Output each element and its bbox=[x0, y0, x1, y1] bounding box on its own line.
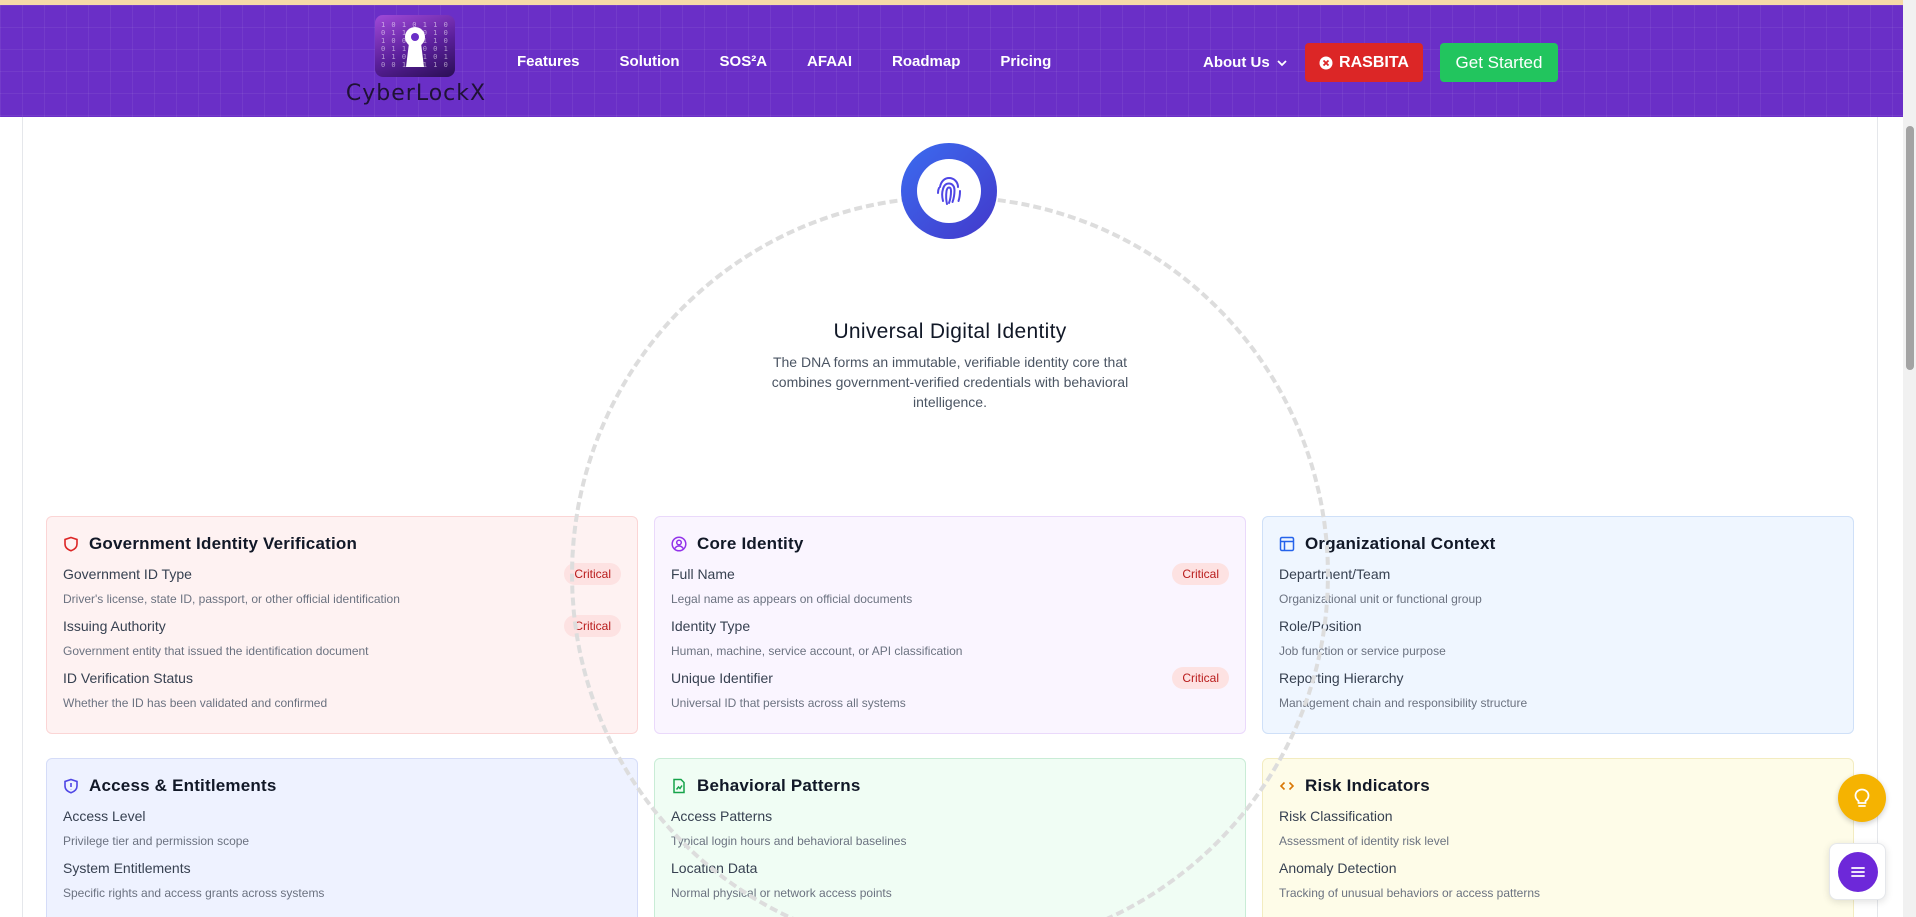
field-description: Job function or service purpose bbox=[1279, 644, 1446, 658]
lightbulb-icon bbox=[1854, 788, 1870, 807]
critical-badge: Critical bbox=[1172, 667, 1229, 689]
field-description: Specific rights and access grants across… bbox=[63, 886, 325, 900]
nav-link-features[interactable]: Features bbox=[517, 53, 580, 70]
field-description: Legal name as appears on official docume… bbox=[671, 592, 913, 606]
rasbita-button[interactable]: RASBITA bbox=[1305, 43, 1423, 82]
field-name: Government ID Type bbox=[63, 566, 192, 582]
field-name: Identity Type bbox=[671, 618, 751, 634]
field-name: Location Data bbox=[671, 860, 758, 876]
nav-link-sos2a[interactable]: SOS²A bbox=[720, 53, 768, 70]
field-description: Management chain and responsibility stru… bbox=[1279, 696, 1528, 710]
nav-link-afaai[interactable]: AFAAI bbox=[807, 53, 852, 70]
field-name: Reporting Hierarchy bbox=[1279, 670, 1404, 686]
hub-description: The DNA forms an immutable, verifiable i… bbox=[771, 354, 1129, 410]
identity-hub bbox=[901, 143, 997, 239]
card-access-entitlements: Access & Entitlements Access Level Privi… bbox=[46, 758, 638, 917]
about-us-dropdown[interactable]: About Us bbox=[1203, 54, 1288, 71]
hub-title: Universal Digital Identity bbox=[833, 320, 1067, 343]
field-name: Unique Identifier bbox=[671, 670, 773, 686]
field-name: System Entitlements bbox=[63, 860, 191, 876]
field-description: Privilege tier and permission scope bbox=[63, 834, 250, 848]
field-description: Organizational unit or functional group bbox=[1279, 592, 1482, 606]
card-title: Risk Indicators bbox=[1305, 776, 1430, 795]
close-circle-icon bbox=[1319, 56, 1333, 69]
shield-check-icon bbox=[64, 778, 78, 794]
field-name: Access Level bbox=[63, 808, 146, 824]
field-name: Full Name bbox=[671, 566, 735, 582]
field-role-position: Role/Position Job function or service pu… bbox=[1279, 617, 1837, 658]
field-description: Assessment of identity risk level bbox=[1279, 834, 1450, 848]
field-system-entitlements: System Entitlements Specific rights and … bbox=[63, 859, 621, 900]
field-issuing-authority: Issuing Authority Critical Government en… bbox=[63, 615, 621, 658]
field-name: Issuing Authority bbox=[63, 618, 166, 634]
navbar: 1 0 1 0 1 1 0 0 1 1 0 1 0 1 0 0 1 1 0 0 … bbox=[0, 5, 1903, 117]
field-full-name: Full Name Critical Legal name as appears… bbox=[671, 563, 1229, 606]
field-government-id-type: Government ID Type Critical Driver's lic… bbox=[63, 563, 621, 606]
field-description: Whether the ID has been validated and co… bbox=[63, 696, 328, 710]
card-behavioral-patterns: Behavioral Patterns Access Patterns Typi… bbox=[654, 758, 1246, 917]
field-unique-identifier: Unique Identifier Critical Universal ID … bbox=[671, 667, 1229, 710]
field-description: Tracking of unusual behaviors or access … bbox=[1279, 886, 1541, 900]
field-description: Human, machine, service account, or API … bbox=[671, 644, 963, 658]
card-government-identity: Government Identity Verification Governm… bbox=[46, 516, 638, 734]
field-reporting-hierarchy: Reporting Hierarchy Management chain and… bbox=[1279, 669, 1837, 710]
card-title: Organizational Context bbox=[1305, 534, 1496, 553]
field-description: Driver's license, state ID, passport, or… bbox=[63, 592, 400, 606]
code-icon bbox=[1279, 781, 1295, 791]
user-circle-icon bbox=[671, 536, 687, 552]
card-organizational-context: Organizational Context Department/Team O… bbox=[1262, 516, 1854, 734]
chevron-down-icon bbox=[1277, 59, 1287, 66]
about-us-label: About Us bbox=[1203, 54, 1270, 71]
field-name: Access Patterns bbox=[671, 808, 773, 824]
field-description: Government entity that issued the identi… bbox=[63, 644, 369, 658]
menu-widget bbox=[1829, 843, 1886, 900]
layout-icon bbox=[1279, 536, 1295, 552]
field-name: Anomaly Detection bbox=[1279, 860, 1397, 876]
field-id-verification-status: ID Verification Status Whether the ID ha… bbox=[63, 669, 621, 710]
card-title: Core Identity bbox=[697, 534, 804, 553]
field-department-team: Department/Team Organizational unit or f… bbox=[1279, 565, 1837, 606]
card-title: Behavioral Patterns bbox=[697, 776, 861, 795]
field-access-patterns: Access Patterns Typical login hours and … bbox=[671, 807, 1229, 848]
scrollbar-thumb[interactable] bbox=[1906, 126, 1914, 370]
nav-link-solution[interactable]: Solution bbox=[620, 53, 680, 70]
logo-text: CyberLockX bbox=[345, 81, 487, 106]
scrollbar[interactable] bbox=[1903, 0, 1916, 917]
logo[interactable]: 1 0 1 0 1 1 0 0 1 1 0 1 0 1 0 0 1 1 0 0 … bbox=[341, 15, 491, 115]
fingerprint-icon bbox=[937, 176, 961, 205]
field-location-data: Location Data Normal physical or network… bbox=[671, 859, 1229, 900]
get-started-button[interactable]: Get Started bbox=[1440, 43, 1558, 82]
field-name: ID Verification Status bbox=[63, 670, 193, 686]
card-title: Government Identity Verification bbox=[89, 534, 358, 553]
file-chart-icon bbox=[673, 778, 685, 794]
field-identity-type: Identity Type Human, machine, service ac… bbox=[671, 617, 1229, 658]
field-name: Risk Classification bbox=[1279, 808, 1393, 824]
critical-badge: Critical bbox=[564, 615, 621, 637]
critical-badge: Critical bbox=[564, 563, 621, 585]
menu-button[interactable] bbox=[1837, 851, 1878, 892]
nav-link-roadmap[interactable]: Roadmap bbox=[892, 53, 960, 70]
card-title: Access & Entitlements bbox=[89, 776, 277, 795]
field-risk-classification: Risk Classification Assessment of identi… bbox=[1279, 807, 1837, 848]
field-description: Typical login hours and behavioral basel… bbox=[671, 834, 907, 848]
keyhole-icon bbox=[405, 27, 425, 67]
menu-icon bbox=[1850, 866, 1865, 877]
field-description: Normal physical or network access points bbox=[671, 886, 892, 900]
field-name: Role/Position bbox=[1279, 618, 1362, 634]
field-description: Universal ID that persists across all sy… bbox=[671, 696, 906, 710]
hub-inner bbox=[917, 159, 981, 223]
shield-icon bbox=[64, 536, 78, 552]
nav-link-pricing[interactable]: Pricing bbox=[1000, 53, 1051, 70]
field-anomaly-detection: Anomaly Detection Tracking of unusual be… bbox=[1279, 859, 1837, 900]
nav-links: Features Solution SOS²A AFAAI Roadmap Pr… bbox=[517, 53, 1091, 70]
idea-button[interactable] bbox=[1838, 774, 1886, 822]
card-core-identity: Core Identity Full Name Critical Legal n… bbox=[654, 516, 1246, 734]
field-access-level: Access Level Privilege tier and permissi… bbox=[63, 807, 621, 848]
rasbita-label: RASBITA bbox=[1339, 53, 1409, 71]
field-name: Department/Team bbox=[1279, 566, 1391, 582]
card-risk-indicators: Risk Indicators Risk Classification Asse… bbox=[1262, 758, 1854, 917]
logo-mark: 1 0 1 0 1 1 0 0 1 1 0 1 0 1 0 0 1 1 0 0 … bbox=[375, 15, 455, 77]
critical-badge: Critical bbox=[1172, 563, 1229, 585]
